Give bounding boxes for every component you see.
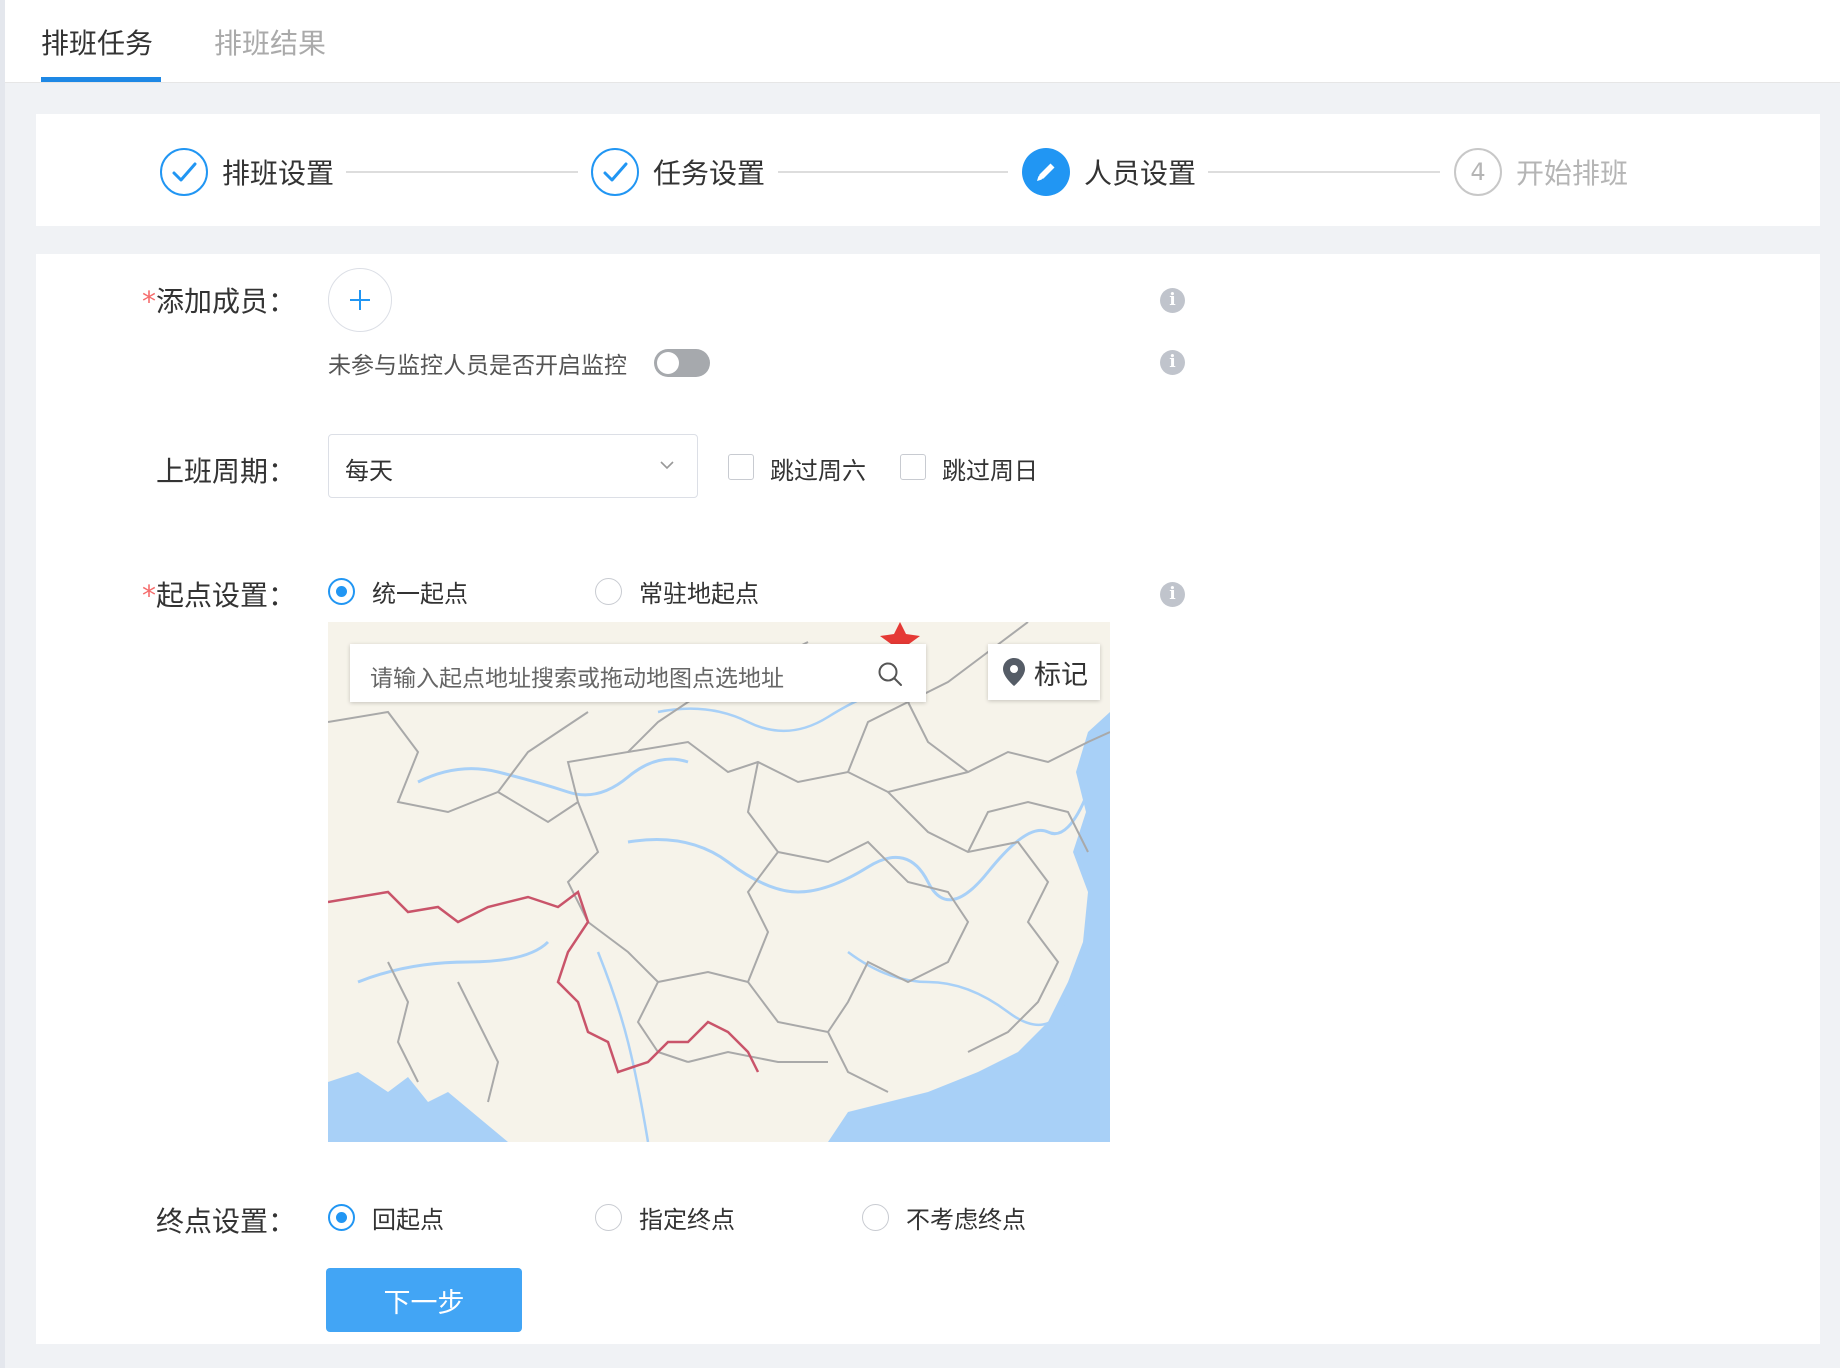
plus-icon xyxy=(350,290,370,310)
map-mark-label: 标记 xyxy=(1034,659,1088,691)
step-schedule-settings: 排班设置 xyxy=(160,148,334,196)
step-label: 人员设置 xyxy=(1084,157,1197,190)
work-cycle-label: 上班周期： xyxy=(155,455,296,488)
add-member-button[interactable] xyxy=(328,268,392,332)
search-icon[interactable] xyxy=(876,660,904,688)
radio-label: 不考虑终点 xyxy=(906,1206,1026,1234)
monitor-toggle-label: 未参与监控人员是否开启监控 xyxy=(328,353,627,379)
check-icon xyxy=(591,148,639,196)
map-mark-button[interactable]: 标记 xyxy=(988,644,1100,700)
map-search-box[interactable]: 请输入起点地址搜索或拖动地图点选地址 xyxy=(350,644,926,702)
radio-label: 回起点 xyxy=(372,1206,444,1234)
end-point-label: 终点设置： xyxy=(155,1205,296,1238)
work-cycle-select[interactable]: 每天 xyxy=(328,434,698,498)
radio-no-end[interactable] xyxy=(862,1204,889,1231)
map-view[interactable]: 请输入起点地址搜索或拖动地图点选地址 标记 xyxy=(328,622,1110,1142)
select-value: 每天 xyxy=(345,457,393,485)
skip-saturday-checkbox[interactable] xyxy=(728,454,754,480)
check-icon xyxy=(160,148,208,196)
tab-schedule-task[interactable]: 排班任务 xyxy=(41,22,153,62)
step-connector xyxy=(1208,171,1440,173)
add-member-label: *添加成员： xyxy=(141,285,296,318)
step-label: 开始排班 xyxy=(1516,157,1629,190)
required-mark: * xyxy=(141,285,156,318)
staff-settings-form: *添加成员： i 未参与监控人员是否开启监控 i 上班周期： 每天 跳过周六 跳… xyxy=(36,254,1820,1344)
step-number: 4 xyxy=(1454,148,1502,196)
steps-bar: 排班设置 任务设置 人员设置 4 开始排班 xyxy=(36,114,1820,226)
radio-label: 统一起点 xyxy=(372,580,468,608)
active-tab-indicator xyxy=(41,77,161,82)
info-icon[interactable]: i xyxy=(1160,288,1185,313)
radio-label: 常驻地起点 xyxy=(639,580,759,608)
next-step-button[interactable]: 下一步 xyxy=(326,1268,522,1332)
left-border xyxy=(0,0,5,1368)
radio-resident-start[interactable] xyxy=(595,578,622,605)
tab-schedule-result[interactable]: 排班结果 xyxy=(214,22,326,62)
location-pin-icon xyxy=(1003,658,1025,686)
radio-specified-end[interactable] xyxy=(595,1204,622,1231)
skip-sunday-checkbox[interactable] xyxy=(900,454,926,480)
step-label: 任务设置 xyxy=(653,157,766,190)
step-connector xyxy=(778,171,1008,173)
pencil-icon xyxy=(1022,148,1070,196)
skip-sunday-label: 跳过周日 xyxy=(942,457,1038,485)
step-start-scheduling: 4 开始排班 xyxy=(1454,148,1628,196)
info-icon[interactable]: i xyxy=(1160,350,1185,375)
map-search-input[interactable]: 请输入起点地址搜索或拖动地图点选地址 xyxy=(370,659,784,693)
monitor-toggle[interactable] xyxy=(654,349,710,377)
radio-label: 指定终点 xyxy=(639,1206,735,1234)
start-point-label: *起点设置： xyxy=(141,579,296,612)
toggle-knob xyxy=(657,352,679,374)
top-tab-bar: 排班任务 排班结果 xyxy=(5,0,1840,83)
radio-unified-start[interactable] xyxy=(328,578,355,605)
step-connector xyxy=(346,171,578,173)
step-task-settings: 任务设置 xyxy=(591,148,765,196)
info-icon[interactable]: i xyxy=(1160,582,1185,607)
skip-saturday-label: 跳过周六 xyxy=(770,457,866,485)
radio-return-start[interactable] xyxy=(328,1204,355,1231)
required-mark: * xyxy=(141,579,156,612)
chevron-down-icon xyxy=(660,461,674,470)
step-label: 排班设置 xyxy=(222,157,335,190)
step-staff-settings: 人员设置 xyxy=(1022,148,1196,196)
